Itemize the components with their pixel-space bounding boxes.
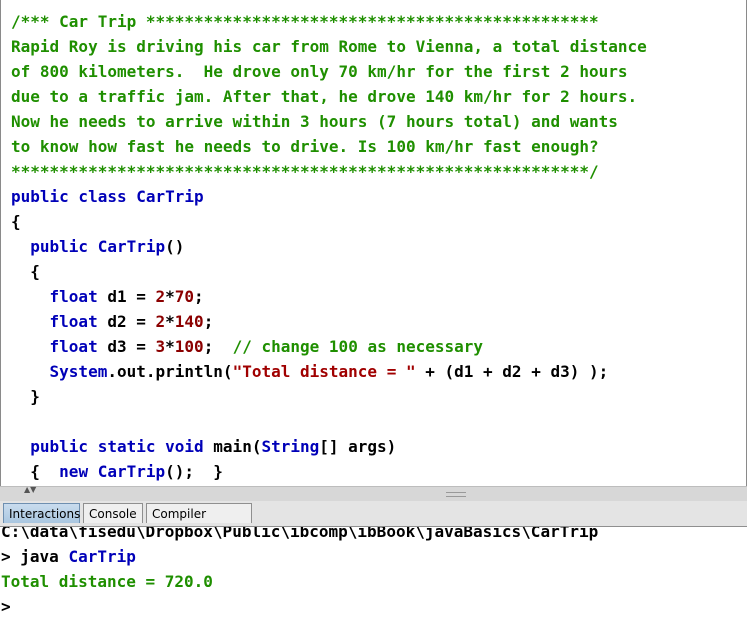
code-token: to know how fast he needs to drive. Is 1… bbox=[11, 137, 599, 156]
pane-splitter[interactable]: ▲▼ bbox=[0, 486, 747, 502]
code-token: () bbox=[165, 237, 185, 256]
splitter-arrows-icon[interactable]: ▲▼ bbox=[24, 486, 36, 494]
code-token: 2 bbox=[155, 287, 166, 306]
code-token: public class CarTrip bbox=[11, 187, 204, 206]
code-token: { bbox=[11, 462, 60, 481]
interactions-pane[interactable]: C:\data\fisedu\Dropbox\Public\ibcomp\ibB… bbox=[0, 527, 747, 621]
code-token: due to a traffic jam. After that, he dro… bbox=[11, 87, 638, 106]
code-token: new CarTrip bbox=[59, 462, 166, 481]
code-token: /*** Car Trip **************************… bbox=[11, 12, 599, 31]
code-token: * bbox=[165, 312, 175, 331]
prompt-symbol: > bbox=[1, 547, 11, 566]
code-line: float d3 = 3*100; // change 100 as neces… bbox=[11, 334, 484, 359]
code-token: d3 = bbox=[97, 337, 156, 356]
code-line: public class CarTrip bbox=[11, 184, 204, 209]
code-token: String bbox=[261, 437, 320, 456]
tab-compiler-output[interactable]: Compiler Output bbox=[146, 503, 252, 541]
tab-console[interactable]: Console bbox=[83, 503, 143, 523]
code-token: // change 100 as necessary bbox=[232, 337, 484, 356]
code-token: of 800 kilometers. He drove only 70 km/h… bbox=[11, 62, 628, 81]
code-token: * bbox=[165, 337, 175, 356]
code-line: Rapid Roy is driving his car from Rome t… bbox=[11, 34, 647, 59]
code-line: of 800 kilometers. He drove only 70 km/h… bbox=[11, 59, 628, 84]
code-token: ; bbox=[203, 312, 214, 331]
code-line: public static void main(String[] args) bbox=[11, 434, 396, 459]
code-token: main( bbox=[203, 437, 262, 456]
code-token: public static void bbox=[11, 437, 204, 456]
code-token: + (d1 + d2 + d3) ); bbox=[415, 362, 609, 381]
code-line: due to a traffic jam. After that, he dro… bbox=[11, 84, 637, 109]
code-token: 3 bbox=[155, 337, 166, 356]
command-line: > java CarTrip bbox=[1, 544, 136, 569]
code-token: { bbox=[11, 262, 40, 281]
code-token: float bbox=[11, 312, 98, 331]
code-token: ; bbox=[203, 337, 233, 356]
code-token: d1 = bbox=[97, 287, 156, 306]
code-line: public CarTrip() bbox=[11, 234, 184, 259]
bottom-tab-bar: Interactions Console Compiler Output bbox=[0, 501, 747, 541]
code-token: (); } bbox=[165, 462, 223, 481]
code-line: { bbox=[11, 259, 40, 284]
code-line: } bbox=[11, 384, 40, 409]
code-line: float d1 = 2*70; bbox=[11, 284, 204, 309]
tab-interactions[interactable]: Interactions bbox=[3, 503, 80, 523]
code-editor[interactable]: /*** Car Trip **************************… bbox=[0, 0, 747, 487]
code-line: to know how fast he needs to drive. Is 1… bbox=[11, 134, 599, 159]
command-class-name: CarTrip bbox=[68, 547, 136, 566]
code-line: Now he needs to arrive within 3 hours (7… bbox=[11, 109, 618, 134]
code-line: System.out.println("Total distance = " +… bbox=[11, 359, 609, 384]
splitter-grip-icon[interactable] bbox=[446, 492, 466, 497]
code-token: [] args) bbox=[319, 437, 397, 456]
command-text: java bbox=[20, 547, 59, 566]
code-token: .out.println( bbox=[107, 362, 233, 381]
code-token: float bbox=[11, 337, 98, 356]
code-line: ****************************************… bbox=[11, 159, 599, 184]
code-token: 2 bbox=[155, 312, 166, 331]
code-token: d2 = bbox=[97, 312, 156, 331]
code-token: "Total distance = " bbox=[232, 362, 416, 381]
code-token: Now he needs to arrive within 3 hours (7… bbox=[11, 112, 618, 131]
code-token: { bbox=[11, 212, 21, 231]
code-token: } bbox=[11, 387, 40, 406]
working-directory-line: C:\data\fisedu\Dropbox\Public\ibcomp\ibB… bbox=[1, 527, 599, 541]
code-token: * bbox=[165, 287, 175, 306]
code-token: ****************************************… bbox=[11, 162, 599, 181]
code-token: 70 bbox=[174, 287, 195, 306]
code-token: 100 bbox=[174, 337, 204, 356]
code-token: ; bbox=[194, 287, 204, 306]
code-token: float bbox=[11, 287, 98, 306]
code-line: float d2 = 2*140; bbox=[11, 309, 214, 334]
code-line: /*** Car Trip **************************… bbox=[11, 9, 599, 34]
input-prompt[interactable]: > bbox=[1, 594, 11, 619]
program-output: Total distance = 720.0 bbox=[1, 572, 213, 591]
code-token: public CarTrip bbox=[11, 237, 166, 256]
code-token: System bbox=[11, 362, 108, 381]
code-line: { bbox=[11, 209, 21, 234]
code-line: { new CarTrip(); } bbox=[11, 459, 223, 484]
code-token: Rapid Roy is driving his car from Rome t… bbox=[11, 37, 647, 56]
code-token: 140 bbox=[174, 312, 204, 331]
